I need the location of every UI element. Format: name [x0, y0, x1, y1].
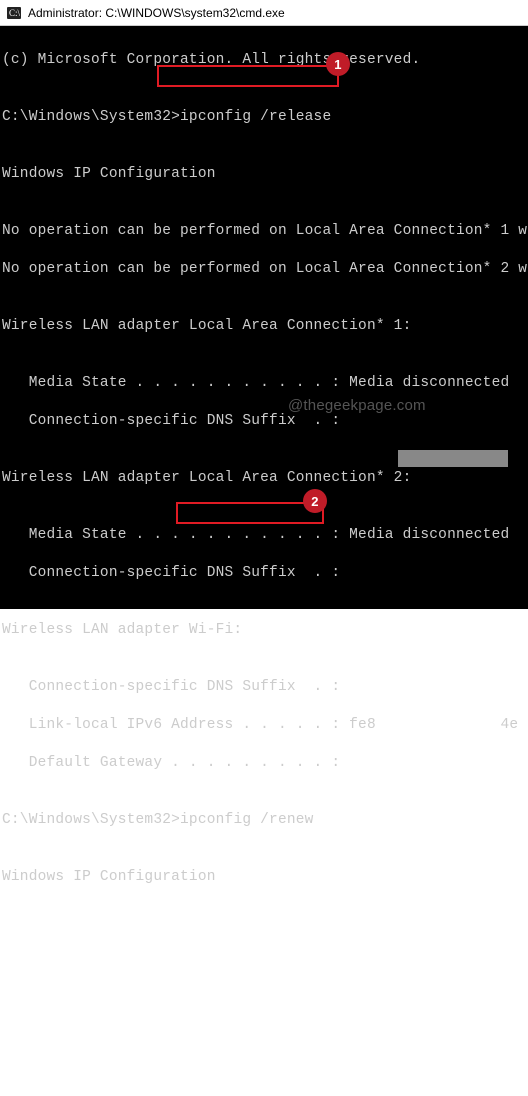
- terminal-line: Windows IP Configuration: [2, 868, 528, 887]
- terminal-line: No operation can be performed on Local A…: [2, 260, 528, 279]
- window-title: Administrator: C:\WINDOWS\system32\cmd.e…: [28, 6, 285, 20]
- prompt: C:\Windows\System32>: [2, 109, 180, 125]
- command-text: ipconfig /renew: [180, 812, 314, 828]
- terminal-line: (c) Microsoft Corporation. All rights re…: [2, 51, 528, 70]
- terminal-line: Link-local IPv6 Address . . . . . : fe8 …: [2, 716, 528, 735]
- terminal-line: C:\Windows\System32>ipconfig /renew: [2, 811, 528, 830]
- terminal-line: Wireless LAN adapter Wi-Fi:: [2, 621, 528, 640]
- terminal-line: Connection-specific DNS Suffix . :: [2, 412, 528, 431]
- terminal-line: Media State . . . . . . . . . . . : Medi…: [2, 526, 528, 545]
- cmd-icon: C:\: [6, 5, 22, 21]
- terminal-line: No operation can be performed on Local A…: [2, 222, 528, 241]
- svg-text:C:\: C:\: [9, 8, 21, 18]
- terminal-line: C:\Windows\System32>ipconfig /release: [2, 108, 528, 127]
- terminal-line: Windows IP Configuration: [2, 165, 528, 184]
- window-titlebar: C:\ Administrator: C:\WINDOWS\system32\c…: [0, 0, 528, 26]
- terminal-line: Wireless LAN adapter Local Area Connecti…: [2, 469, 528, 488]
- terminal-line: Wireless LAN adapter Local Area Connecti…: [2, 317, 528, 336]
- terminal-output[interactable]: (c) Microsoft Corporation. All rights re…: [0, 26, 528, 609]
- redaction-block: [398, 450, 508, 467]
- terminal-line: Connection-specific DNS Suffix . :: [2, 678, 528, 697]
- prompt: C:\Windows\System32>: [2, 812, 180, 828]
- terminal-line: Default Gateway . . . . . . . . . :: [2, 754, 528, 773]
- terminal-line: Connection-specific DNS Suffix . :: [2, 564, 528, 583]
- command-text: ipconfig /release: [180, 109, 331, 125]
- annotation-highlight-box: [176, 502, 324, 524]
- annotation-callout: 2: [303, 489, 327, 513]
- terminal-line: Media State . . . . . . . . . . . : Medi…: [2, 374, 528, 393]
